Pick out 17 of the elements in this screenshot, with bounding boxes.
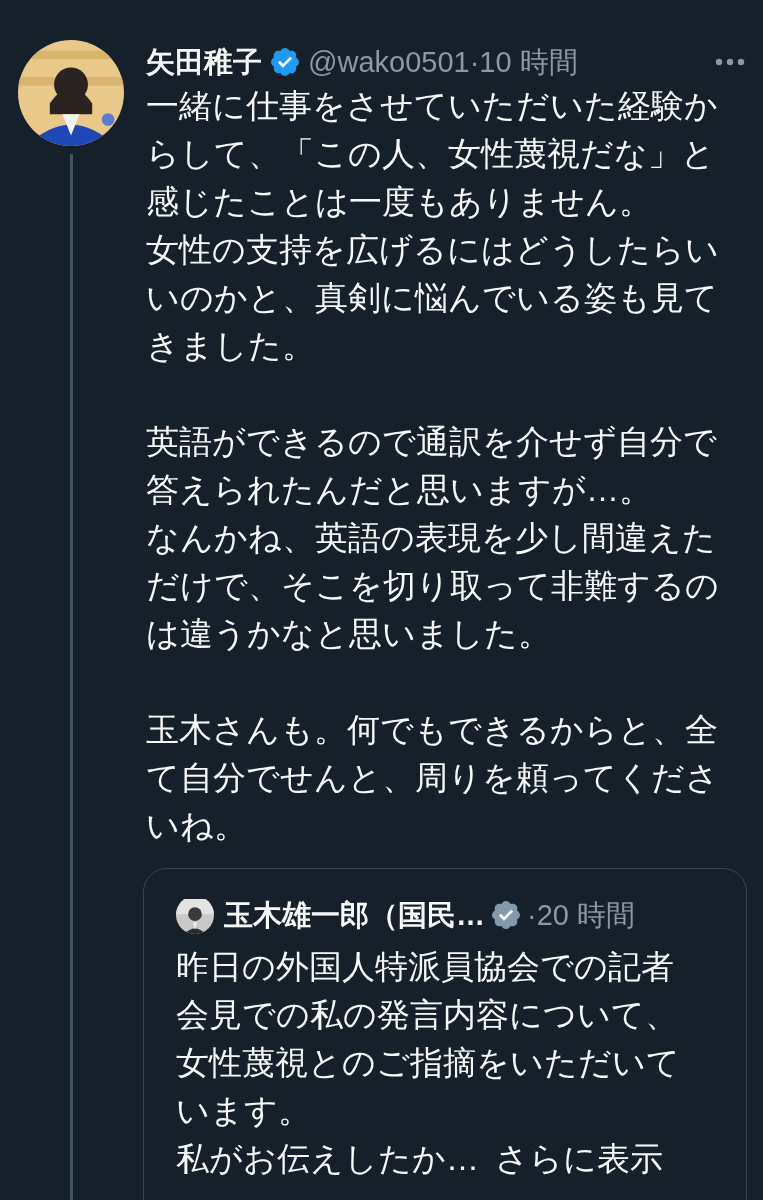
tweet-text: 英語ができるので通訳を介せず自分で答えられたんだと思いますが…。 xyxy=(146,422,718,510)
show-more-link[interactable]: さらに表示 xyxy=(495,1135,663,1183)
quoted-tweet-text: 私がお伝えしたか… xyxy=(176,1139,479,1179)
quoted-tweet-card[interactable]: 玉木雄一郎（国民… ·20 時間 昨日の外国人特派員協会での記者会見での私の発言内容について、女性蔑視とのご指摘をいただいています。 私がお伝えしたか… さらに表示 xyxy=(143,868,747,1200)
timestamp[interactable]: 10 時間 xyxy=(479,42,578,82)
timestamp: 20 時間 xyxy=(536,898,635,933)
quoted-tweet-text: 昨日の外国人特派員協会での記者会見での私の発言内容について、女性蔑視とのご指摘をいただいています。 xyxy=(176,948,680,1129)
more-options-icon[interactable] xyxy=(715,57,745,67)
author-name[interactable]: 矢田稚子 xyxy=(146,42,262,82)
tweet-text: 玉木さんも。何でもできるからと、全て自分でせんと、周りを頼ってくださいね。 xyxy=(146,710,720,846)
tweet-text: 一緒に仕事をさせていただいた経験からして、「この人、女性蔑視だな」と感じたことは一度もありません。 xyxy=(146,86,719,222)
author-name: 玉木雄一郎（国民… xyxy=(224,898,485,933)
tweet-text: なんかね、英語の表現を少し間違えただけで、そこを切り取って非難するのは違うかなと思いました。 xyxy=(146,518,720,654)
author-handle[interactable]: @wako0501 xyxy=(308,42,470,82)
separator-dot: · xyxy=(469,45,480,80)
tweet-text: 女性の支持を広げるにはどうしたらいいのかと、真剣に悩んでいる姿も見てきました。 xyxy=(146,230,720,366)
separator-dot: · xyxy=(527,898,537,933)
